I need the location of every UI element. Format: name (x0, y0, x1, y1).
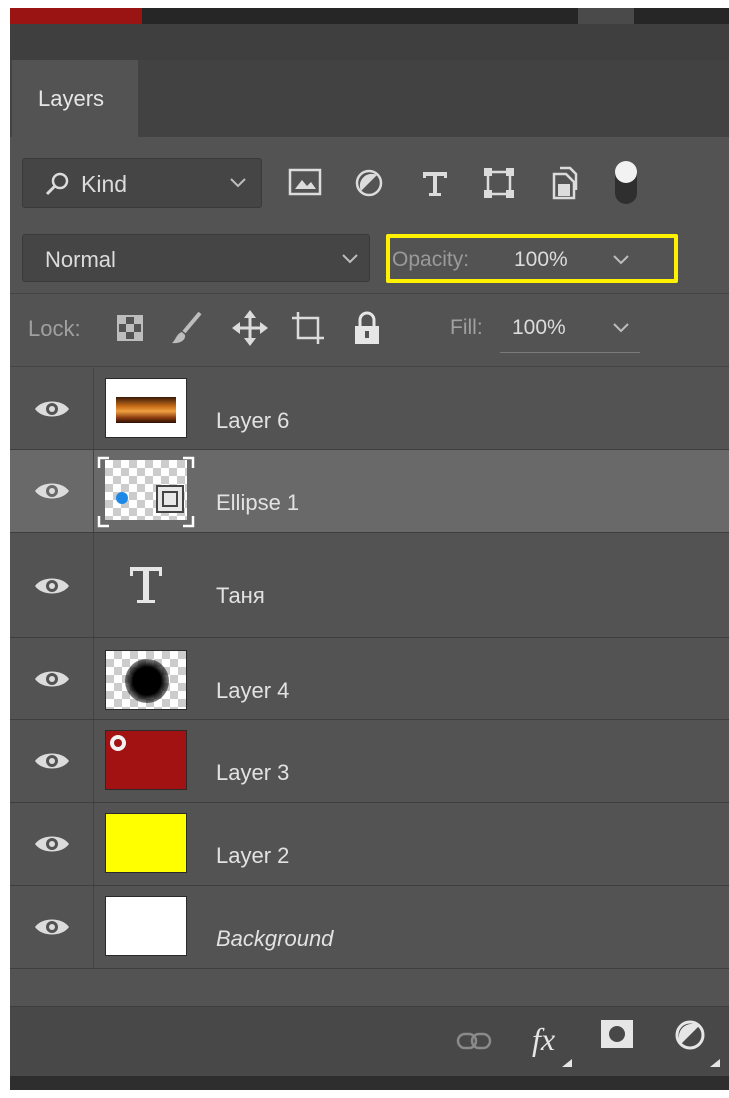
layer-row-background[interactable]: Background (10, 886, 729, 969)
layer-name: Layer 6 (216, 408, 290, 433)
lock-transparent-pixels-icon[interactable] (116, 314, 144, 342)
layers-panel: Layers Kind Normal Opacity: 100% Lock: F… (10, 8, 729, 1090)
top-red-accent (10, 8, 142, 24)
layer-name: Ellipse 1 (216, 490, 300, 515)
type-layer-icon (130, 567, 162, 603)
filter-kind-select[interactable]: Kind (22, 158, 262, 208)
filter-toggle-icon[interactable] (612, 158, 640, 206)
bottom-toolbar: fx (10, 1006, 729, 1077)
layer-name: Таня (216, 583, 265, 608)
visibility-column (10, 368, 94, 449)
eye-icon[interactable] (34, 480, 70, 502)
divider (10, 293, 729, 294)
corner-triangle-icon (710, 1059, 720, 1067)
layer-thumbnail (105, 650, 187, 710)
bottom-strip (10, 1076, 729, 1090)
add-mask-icon[interactable] (600, 1019, 634, 1049)
image-filter-icon[interactable] (288, 168, 322, 196)
eye-icon[interactable] (34, 833, 70, 855)
fill-label: Fill: (450, 316, 483, 339)
layer-row-layer-2[interactable]: Layer 2 (10, 803, 729, 886)
layer-name: Layer 4 (216, 678, 290, 703)
smart-object-filter-icon[interactable] (550, 166, 578, 200)
top-gray-block (578, 8, 634, 24)
visibility-column (10, 720, 94, 802)
lock-artboard-icon[interactable] (290, 310, 326, 346)
eye-icon[interactable] (34, 575, 70, 597)
sunset-image-icon (116, 397, 176, 423)
layer-name: Background (216, 926, 334, 951)
chevron-down-icon[interactable] (612, 254, 630, 266)
eye-icon[interactable] (34, 916, 70, 938)
layer-thumbnail (105, 378, 187, 438)
lock-position-icon[interactable] (232, 310, 268, 346)
layer-row-ellipse-1[interactable]: Ellipse 1 (10, 450, 729, 533)
layer-row-layer-4[interactable]: Layer 4 (10, 638, 729, 720)
layer-row-layer-6[interactable]: Layer 6 (10, 368, 729, 450)
shape-layer-icon (97, 456, 195, 528)
lock-label: Lock: (28, 316, 81, 341)
shape-filter-icon[interactable] (482, 166, 516, 200)
filter-kind-label: Kind (81, 171, 128, 197)
layer-thumbnail (105, 896, 187, 956)
adjustment-filter-icon[interactable] (354, 168, 384, 198)
visibility-column (10, 886, 94, 968)
blend-mode-select[interactable]: Normal (22, 234, 370, 282)
eye-icon[interactable] (34, 750, 70, 772)
fill-underline (500, 352, 640, 353)
search-icon (45, 172, 69, 196)
tab-layers-label: Layers (38, 85, 105, 111)
visibility-column (10, 450, 94, 532)
lock-all-icon[interactable] (352, 310, 382, 346)
layer-row-tanya[interactable]: Таня (10, 533, 729, 638)
layer-name: Layer 3 (216, 760, 290, 785)
corner-triangle-icon (562, 1059, 572, 1067)
fill-value[interactable]: 100% (512, 316, 566, 340)
top-bar (10, 8, 729, 60)
layer-row-layer-3[interactable]: Layer 3 (10, 720, 729, 803)
visibility-column (10, 533, 94, 637)
smart-object-badge-icon (110, 735, 126, 751)
visibility-column (10, 803, 94, 885)
chevron-down-icon (342, 254, 358, 264)
layer-name: Layer 2 (216, 843, 290, 868)
lock-image-pixels-icon[interactable] (170, 310, 204, 346)
opacity-control[interactable]: Opacity: 100% (386, 234, 678, 283)
eye-icon[interactable] (34, 668, 70, 690)
adjustment-layer-icon[interactable] (674, 1019, 706, 1051)
eye-icon[interactable] (34, 398, 70, 420)
chevron-down-icon (230, 178, 246, 188)
black-circle-icon (125, 659, 169, 703)
divider (10, 366, 729, 367)
blend-mode-value: Normal (45, 247, 116, 272)
layer-thumbnail (105, 730, 187, 790)
type-filter-icon[interactable] (420, 168, 450, 198)
layer-thumbnail (105, 813, 187, 873)
visibility-column (10, 638, 94, 719)
layer-style-icon[interactable]: fx (532, 1021, 555, 1058)
layer-thumbnail (97, 456, 195, 528)
opacity-label: Opacity: (392, 248, 470, 271)
opacity-value[interactable]: 100% (514, 248, 568, 272)
chevron-down-icon[interactable] (612, 322, 630, 334)
tab-layers[interactable]: Layers (12, 60, 138, 137)
link-layers-icon[interactable] (456, 1029, 492, 1053)
